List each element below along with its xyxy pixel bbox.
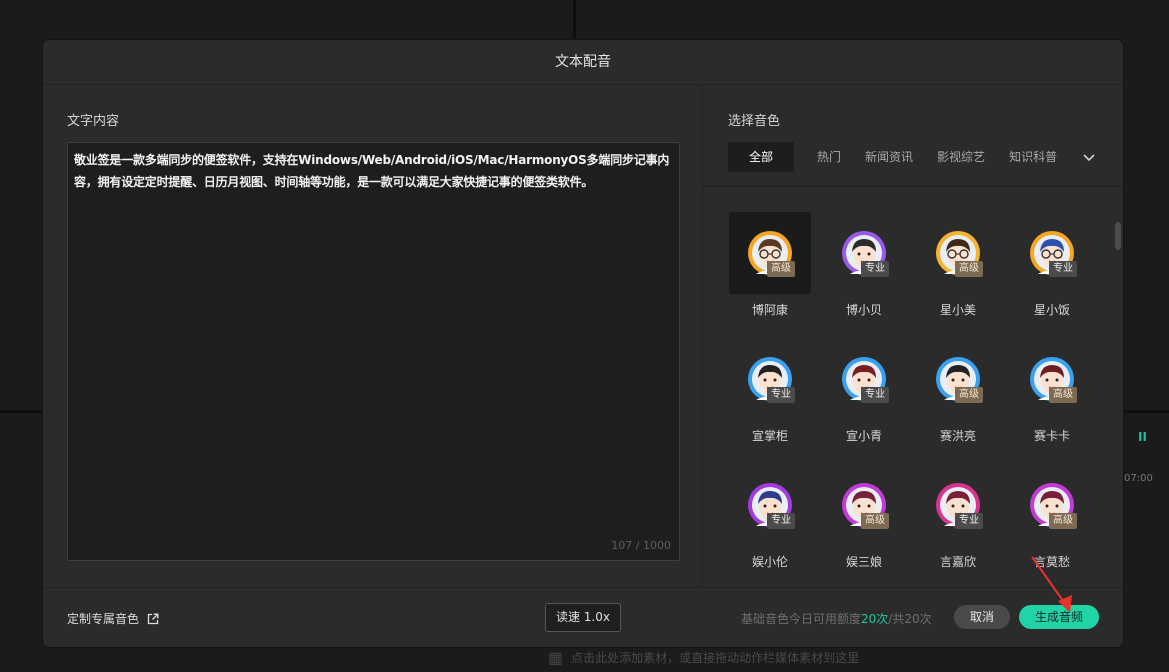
voice-name: 宣小青 [845,429,882,443]
tabs-divider [703,186,1123,187]
voice-name: 赛洪亮 [939,429,976,443]
background-label: II [1138,430,1147,444]
voice-option[interactable]: 专业博小贝 [823,212,905,324]
voice-option[interactable]: 专业星小饭 [1011,212,1093,324]
add-icon: ▦ [548,648,564,667]
background-drop-hint: ▦ 点击此处添加素材，或直接拖动动作栏媒体素材到这里 [548,648,859,667]
quota-prefix: 基础音色今日可用额度 [741,612,862,626]
reading-speed-button[interactable]: 读速 1.0x [545,603,621,632]
external-link-icon [147,613,159,624]
background-time-label: 07:00 [1124,473,1153,484]
voice-tier-badge: 专业 [861,261,889,277]
voice-tier-badge: 高级 [955,261,983,277]
voice-category-tabs: 全部 热门 新闻资讯 影视综艺 知识科普 [728,142,1071,172]
tab-hot[interactable]: 热门 [807,142,851,172]
background-divider [573,0,576,40]
voice-avatar [729,464,811,546]
voice-avatar [1011,338,1093,420]
tab-knowledge[interactable]: 知识科普 [999,142,1067,172]
voice-name: 博阿康 [751,303,788,317]
voice-tier-badge: 专业 [861,387,889,403]
cancel-button[interactable]: 取消 [954,605,1010,629]
footer-divider [43,587,1123,588]
text-content-input[interactable]: 敬业签是一款多端同步的便签软件，支持在Windows/Web/Android/i… [67,142,680,561]
voice-option[interactable]: 高级博阿康 [729,212,811,324]
tab-all[interactable]: 全部 [728,142,795,172]
voice-name: 宣掌柜 [751,429,788,443]
voice-name: 言嘉欣 [939,555,976,569]
voice-name: 娱三娘 [845,555,882,569]
panel-divider [702,84,703,587]
voice-option[interactable]: 高级娱三娘 [823,464,905,576]
text-content-label: 文字内容 [67,114,120,129]
voice-option[interactable]: 专业宣掌柜 [729,338,811,450]
voice-tier-badge: 高级 [955,387,983,403]
voice-option[interactable]: 专业言嘉欣 [917,464,999,576]
voice-tier-badge: 专业 [955,513,983,529]
voice-option[interactable]: 专业娱小伦 [729,464,811,576]
voice-avatar [823,338,905,420]
voice-avatar [917,212,999,294]
quota-suffix: /共20次 [888,612,932,626]
text-to-speech-dialog: 文本配音 文字内容 敬业签是一款多端同步的便签软件，支持在Windows/Web… [43,40,1123,647]
quota-used: 20次 [861,612,889,626]
voice-tier-badge: 高级 [767,261,795,277]
voice-name: 娱小伦 [751,555,788,569]
text-content-value[interactable]: 敬业签是一款多端同步的便签软件，支持在Windows/Web/Android/i… [68,143,679,199]
quota-text: 基础音色今日可用额度20次/共20次 [741,610,932,627]
dialog-title: 文本配音 [43,40,1123,85]
voice-tier-badge: 高级 [861,513,889,529]
voice-tier-badge: 高级 [1049,387,1077,403]
voice-option[interactable]: 高级赛卡卡 [1011,338,1093,450]
voice-avatar [1011,212,1093,294]
voice-avatar [823,464,905,546]
voice-select-label: 选择音色 [728,114,781,129]
voice-option[interactable]: 高级赛洪亮 [917,338,999,450]
background-hint-text: 点击此处添加素材，或直接拖动动作栏媒体素材到这里 [571,651,860,665]
voice-tier-badge: 高级 [1049,513,1077,529]
voice-avatar [1011,464,1093,546]
voice-name: 星小饭 [1033,303,1070,317]
voice-avatar [917,464,999,546]
annotation-arrow-icon [1031,556,1072,613]
voice-name: 博小贝 [845,303,882,317]
voice-tier-badge: 专业 [767,387,795,403]
voice-option[interactable]: 高级星小美 [917,212,999,324]
voice-avatar [917,338,999,420]
voice-list-scrollbar[interactable] [1115,222,1121,250]
voice-tier-badge: 专业 [1049,261,1077,277]
chevron-down-icon[interactable] [1081,149,1097,165]
tab-news[interactable]: 新闻资讯 [855,142,923,172]
custom-voice-link[interactable]: 定制专属音色 [67,610,159,627]
voice-avatar [823,212,905,294]
voice-grid: 高级 博阿康 专业 博小贝 高级 星小美 专业 星小饭 专业 宣掌柜 专业 宣小青 高级 赛洪亮 高级 赛卡卡… [729,212,1105,584]
voice-avatar [729,212,811,294]
voice-name: 赛卡卡 [1033,429,1070,443]
voice-tier-badge: 专业 [767,513,795,529]
voice-avatar [729,338,811,420]
voice-option[interactable]: 专业宣小青 [823,338,905,450]
char-counter: 107 / 1000 [611,539,671,552]
tab-entertainment[interactable]: 影视综艺 [927,142,995,172]
voice-name: 星小美 [939,303,976,317]
custom-voice-label: 定制专属音色 [67,612,140,626]
